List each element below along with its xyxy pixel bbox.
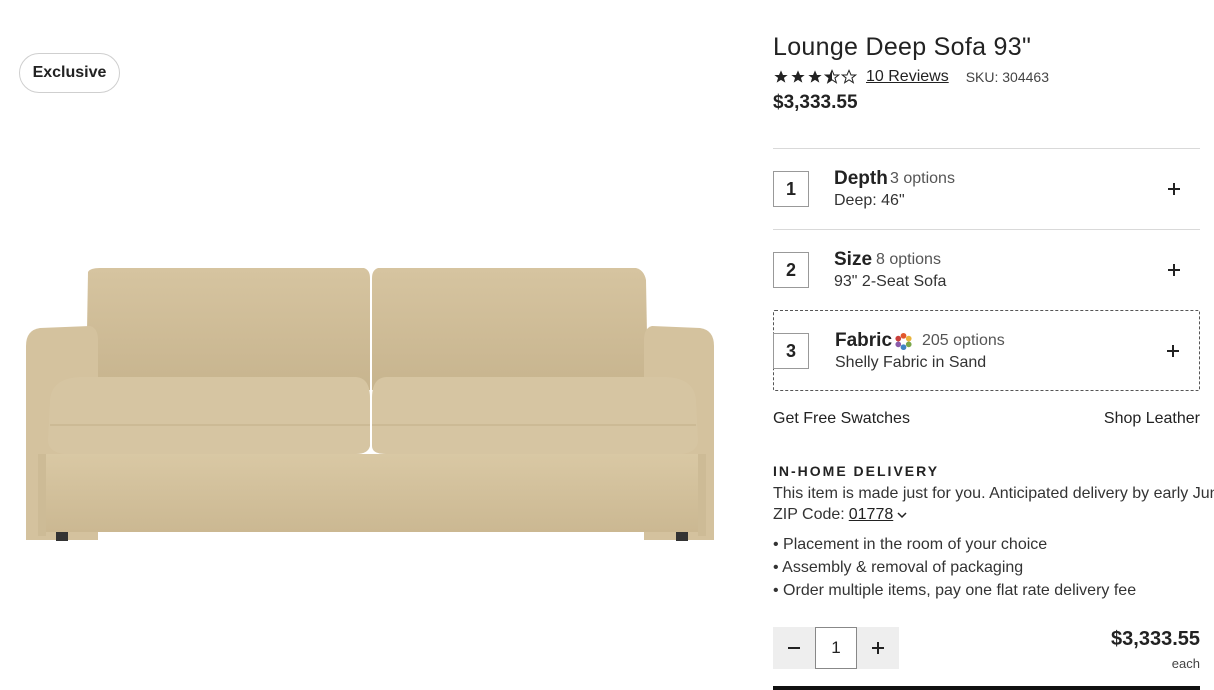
option-value: 93" 2-Seat Sofa bbox=[834, 273, 947, 290]
expand-plus-icon[interactable] bbox=[1163, 341, 1183, 361]
option-value: Shelly Fabric in Sand bbox=[835, 354, 987, 371]
option-fabric[interactable]: 3 Fabric 205 options Shelly Fabric in Sa… bbox=[773, 310, 1200, 391]
option-count: 205 options bbox=[922, 332, 1005, 349]
option-step-number: 1 bbox=[773, 171, 809, 207]
chevron-down-icon[interactable] bbox=[897, 510, 907, 520]
rating-stars bbox=[773, 69, 857, 85]
product-price: $3,333.55 bbox=[773, 92, 858, 113]
star-full-icon bbox=[808, 70, 822, 83]
expand-plus-icon[interactable] bbox=[1164, 260, 1184, 280]
exclusive-badge[interactable]: Exclusive bbox=[19, 53, 120, 93]
zip-code-value[interactable]: 01778 bbox=[849, 506, 894, 524]
star-half-icon bbox=[824, 69, 840, 84]
minus-icon bbox=[788, 647, 800, 649]
star-full-icon bbox=[791, 70, 805, 83]
color-wheel-icon bbox=[895, 332, 912, 351]
delivery-description: This item is made just for you. Anticipa… bbox=[773, 485, 1214, 502]
option-step-number: 3 bbox=[773, 333, 809, 369]
increase-quantity-button[interactable] bbox=[857, 627, 899, 669]
option-count: 3 options bbox=[890, 170, 955, 187]
list-item: • Order multiple items, pay one flat rat… bbox=[773, 582, 1137, 599]
sku-label: SKU: 304463 bbox=[965, 69, 1049, 85]
zip-label: ZIP Code: bbox=[773, 506, 845, 523]
decrease-quantity-button[interactable] bbox=[773, 627, 815, 669]
plus-icon bbox=[872, 642, 884, 654]
quantity-input[interactable] bbox=[815, 627, 857, 669]
rating-row: 10 Reviews SKU: 304463 bbox=[773, 66, 1049, 88]
reviews-link[interactable]: 10 Reviews bbox=[866, 68, 949, 86]
delivery-heading: IN-HOME DELIVERY bbox=[773, 463, 940, 479]
swatch-links: Get Free Swatches Shop Leather bbox=[773, 410, 1200, 430]
product-image-sofa bbox=[26, 268, 714, 541]
option-depth[interactable]: 1 Depth 3 options Deep: 46" bbox=[773, 148, 1200, 229]
zip-code-row: ZIP Code: 01778 bbox=[773, 506, 907, 524]
product-title: Lounge Deep Sofa 93" bbox=[773, 33, 1032, 61]
delivery-bullets: • Placement in the room of your choice •… bbox=[773, 533, 1136, 602]
option-name: Size bbox=[834, 249, 873, 270]
star-full-icon bbox=[774, 70, 788, 83]
free-swatches-link[interactable]: Get Free Swatches bbox=[773, 410, 910, 428]
expand-plus-icon[interactable] bbox=[1164, 179, 1184, 199]
option-name: Depth bbox=[834, 168, 888, 189]
option-count: 8 options bbox=[876, 251, 941, 268]
star-empty-icon bbox=[841, 69, 857, 84]
product-options: 1 Depth 3 options Deep: 46" 2 Size 8 opt… bbox=[773, 148, 1200, 391]
option-value: Deep: 46" bbox=[834, 192, 905, 209]
option-name: Fabric bbox=[835, 330, 893, 351]
shop-leather-link[interactable]: Shop Leather bbox=[1104, 410, 1200, 428]
list-item: • Assembly & removal of packaging bbox=[773, 559, 1024, 576]
option-size[interactable]: 2 Size 8 options 93" 2-Seat Sofa bbox=[773, 229, 1200, 310]
add-to-cart-button[interactable] bbox=[773, 686, 1200, 690]
unit-price: $3,333.55 bbox=[1111, 628, 1200, 650]
quantity-stepper bbox=[773, 627, 899, 669]
option-step-number: 2 bbox=[773, 252, 809, 288]
list-item: • Placement in the room of your choice bbox=[773, 536, 1048, 553]
unit-label: each bbox=[1171, 656, 1200, 671]
